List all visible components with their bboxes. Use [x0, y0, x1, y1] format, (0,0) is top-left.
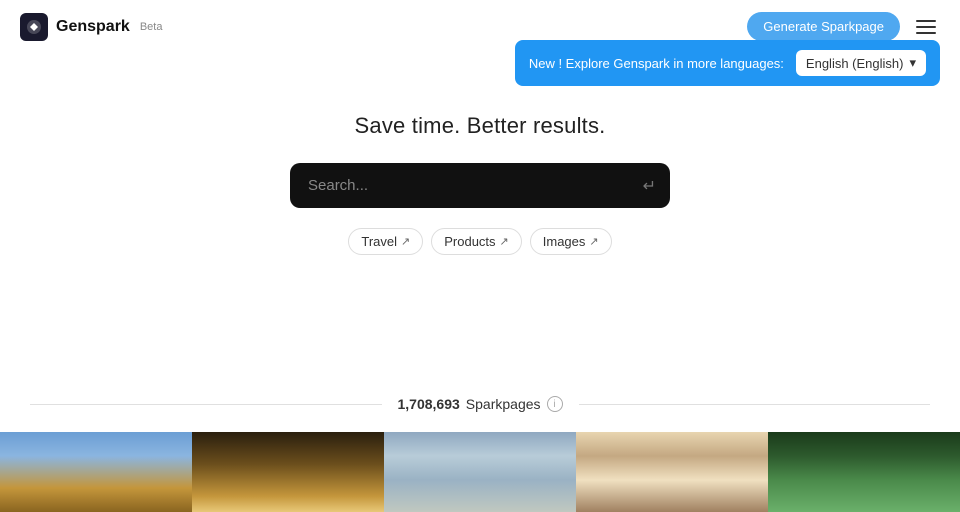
language-selector-button[interactable]: English (English) ▾ — [796, 50, 926, 76]
logo-area: Genspark Beta — [20, 13, 162, 41]
images-arrow-icon: ↗ — [589, 235, 598, 248]
gallery-item-4 — [576, 432, 768, 512]
menu-line-1 — [916, 20, 936, 22]
thumb-mountain — [384, 432, 576, 512]
tagline: Save time. Better results. — [355, 113, 606, 139]
gallery-item-3 — [384, 432, 576, 512]
enter-icon: ↵ — [643, 176, 656, 196]
language-banner: New ! Explore Genspark in more languages… — [515, 40, 940, 86]
generate-sparkpage-button[interactable]: Generate Sparkpage — [747, 12, 900, 41]
sparkpages-count: 1,708,693 Sparkpages i — [398, 396, 563, 412]
thumb-hotel-room — [576, 432, 768, 512]
menu-line-3 — [916, 32, 936, 34]
menu-line-2 — [916, 26, 936, 28]
travel-arrow-icon: ↗ — [401, 235, 410, 248]
search-input[interactable] — [290, 163, 670, 208]
hamburger-menu-button[interactable] — [912, 16, 940, 38]
thumb-building — [0, 432, 192, 512]
sparkpages-divider: 1,708,693 Sparkpages i — [0, 396, 960, 412]
beta-badge: Beta — [140, 21, 163, 33]
sparkpages-section: 1,708,693 Sparkpages i — [0, 396, 960, 412]
selected-language-label: English (English) — [806, 56, 904, 71]
quick-tag-travel-label: Travel — [361, 234, 397, 249]
sparkpages-info-icon[interactable]: i — [547, 396, 563, 412]
sparkpages-number: 1,708,693 — [398, 396, 460, 412]
quick-tag-images-label: Images — [543, 234, 586, 249]
quick-tag-images[interactable]: Images ↗ — [530, 228, 612, 255]
logo-icon — [20, 13, 48, 41]
sparkpages-label: Sparkpages — [466, 396, 541, 412]
quick-tag-products[interactable]: Products ↗ — [431, 228, 522, 255]
quick-tag-products-label: Products — [444, 234, 495, 249]
gallery-item-1 — [0, 432, 192, 512]
chevron-down-icon: ▾ — [909, 55, 916, 71]
thumb-waterfall — [768, 432, 960, 512]
gallery-item-2 — [192, 432, 384, 512]
thumb-cathedral — [192, 432, 384, 512]
gallery-item-5 — [768, 432, 960, 512]
language-banner-text: New ! Explore Genspark in more languages… — [529, 56, 784, 71]
header-right: Generate Sparkpage — [747, 12, 940, 41]
search-container: ↵ — [290, 163, 670, 208]
products-arrow-icon: ↗ — [500, 235, 509, 248]
divider-right — [579, 404, 931, 405]
divider-left — [30, 404, 382, 405]
quick-tag-travel[interactable]: Travel ↗ — [348, 228, 423, 255]
gallery — [0, 432, 960, 512]
quick-tags: Travel ↗ Products ↗ Images ↗ — [348, 228, 611, 255]
logo-text: Genspark — [56, 18, 130, 36]
